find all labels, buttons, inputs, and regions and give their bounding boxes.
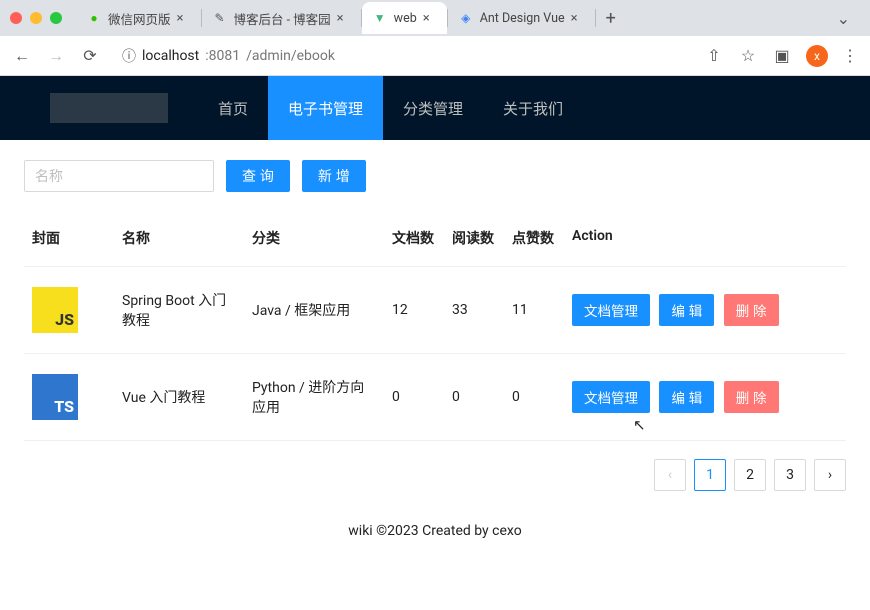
cell-name: Spring Boot 入门教程 bbox=[114, 267, 244, 354]
page-prev: ‹ bbox=[654, 459, 686, 491]
col-name: 名称 bbox=[114, 218, 244, 267]
nav-category-manage[interactable]: 分类管理 bbox=[383, 76, 483, 140]
docs-manage-button[interactable]: 文档管理 bbox=[572, 381, 650, 413]
cell-category: Python / 进阶方向应用 bbox=[244, 354, 384, 441]
app-header: 首页 电子书管理 分类管理 关于我们 bbox=[0, 76, 870, 140]
tab-title: 微信网页版 bbox=[108, 9, 171, 28]
tab-title: 博客后台 - 博客园 bbox=[234, 9, 331, 28]
tab-title: web bbox=[394, 11, 417, 26]
page-next[interactable]: › bbox=[814, 459, 846, 491]
close-icon[interactable]: × bbox=[337, 11, 351, 26]
add-button[interactable]: 新 增 bbox=[302, 160, 366, 192]
nav-about[interactable]: 关于我们 bbox=[483, 76, 583, 140]
close-icon[interactable]: × bbox=[177, 11, 191, 26]
cell-likes: 11 bbox=[504, 267, 564, 354]
ebook-table: 封面 名称 分类 文档数 阅读数 点赞数 Action JS Spring Bo… bbox=[24, 218, 846, 441]
browser-tab[interactable]: ✎ 博客后台 - 博客园 × bbox=[202, 2, 361, 34]
tab-title: Ant Design Vue bbox=[480, 11, 565, 26]
cell-name: Vue 入门教程 bbox=[114, 354, 244, 441]
share-icon[interactable]: ⇧ bbox=[704, 46, 724, 65]
cover-thumb-ts: TS bbox=[32, 374, 78, 420]
col-action: Action bbox=[564, 218, 846, 267]
footer-text: wiki ©2023 Created by cexo bbox=[24, 495, 846, 539]
reload-icon[interactable]: ⟳ bbox=[80, 46, 100, 65]
wechat-icon: ● bbox=[86, 10, 102, 26]
forward-icon: → bbox=[46, 46, 66, 66]
col-category: 分类 bbox=[244, 218, 384, 267]
cell-docs: 12 bbox=[384, 267, 444, 354]
vue-icon: ▼ bbox=[372, 10, 388, 26]
close-icon[interactable]: × bbox=[571, 11, 585, 26]
avatar[interactable]: x bbox=[806, 45, 828, 67]
cell-docs: 0 bbox=[384, 354, 444, 441]
info-icon: ⓘ bbox=[122, 46, 136, 66]
address-bar: ← → ⟳ ⓘ localhost :8081/admin/ebook ⇧ ☆ ▣… bbox=[0, 36, 870, 76]
table-row: TS Vue 入门教程 Python / 进阶方向应用 0 0 0 文档管理 编… bbox=[24, 354, 846, 441]
cover-thumb-js: JS bbox=[32, 287, 78, 333]
nav-home[interactable]: 首页 bbox=[198, 76, 268, 140]
search-input[interactable] bbox=[24, 160, 214, 192]
cell-category: Java / 框架应用 bbox=[244, 267, 384, 354]
browser-chrome: ● 微信网页版 × ✎ 博客后台 - 博客园 × ▼ web × ◈ Ant D… bbox=[0, 0, 870, 76]
toolbar: 查 询 新 增 bbox=[24, 160, 846, 192]
url-path: /admin/ebook bbox=[246, 48, 335, 64]
col-cover: 封面 bbox=[24, 218, 114, 267]
minimize-window-icon[interactable] bbox=[30, 12, 42, 24]
maximize-window-icon[interactable] bbox=[50, 12, 62, 24]
logo-placeholder bbox=[50, 93, 168, 123]
pagination: ‹ 1 2 3 › bbox=[24, 441, 846, 495]
table-row: JS Spring Boot 入门教程 Java / 框架应用 12 33 11… bbox=[24, 267, 846, 354]
url-host: localhost bbox=[142, 48, 199, 64]
browser-tab-active[interactable]: ▼ web × bbox=[362, 2, 447, 34]
delete-button[interactable]: 删 除 bbox=[724, 294, 779, 326]
kebab-menu-icon[interactable]: ⋮ bbox=[842, 46, 858, 65]
edit-button[interactable]: 编 辑 bbox=[659, 381, 714, 413]
page-1[interactable]: 1 bbox=[694, 459, 726, 491]
cell-likes: 0 bbox=[504, 354, 564, 441]
blog-icon: ✎ bbox=[212, 10, 228, 26]
cell-views: 33 bbox=[444, 267, 504, 354]
cell-views: 0 bbox=[444, 354, 504, 441]
col-docs: 文档数 bbox=[384, 218, 444, 267]
page-2[interactable]: 2 bbox=[734, 459, 766, 491]
url-input[interactable]: ⓘ localhost :8081/admin/ebook bbox=[114, 46, 690, 66]
docs-manage-button[interactable]: 文档管理 bbox=[572, 294, 650, 326]
page-content: 查 询 新 增 封面 名称 分类 文档数 阅读数 点赞数 Action JS S… bbox=[0, 140, 870, 549]
window-controls bbox=[10, 12, 62, 24]
col-views: 阅读数 bbox=[444, 218, 504, 267]
delete-button[interactable]: 删 除 bbox=[724, 381, 779, 413]
nav-ebook-manage[interactable]: 电子书管理 bbox=[268, 76, 383, 140]
ant-icon: ◈ bbox=[458, 10, 474, 26]
query-button[interactable]: 查 询 bbox=[226, 160, 290, 192]
close-window-icon[interactable] bbox=[10, 12, 22, 24]
new-tab-button[interactable]: + bbox=[596, 8, 626, 29]
edit-button[interactable]: 编 辑 bbox=[659, 294, 714, 326]
back-icon[interactable]: ← bbox=[12, 46, 32, 66]
close-icon[interactable]: × bbox=[423, 11, 437, 26]
extensions-icon[interactable]: ▣ bbox=[772, 46, 792, 65]
tab-strip: ● 微信网页版 × ✎ 博客后台 - 博客园 × ▼ web × ◈ Ant D… bbox=[76, 0, 827, 36]
col-likes: 点赞数 bbox=[504, 218, 564, 267]
title-bar: ● 微信网页版 × ✎ 博客后台 - 博客园 × ▼ web × ◈ Ant D… bbox=[0, 0, 870, 36]
browser-tab[interactable]: ◈ Ant Design Vue × bbox=[448, 2, 595, 34]
star-icon[interactable]: ☆ bbox=[738, 46, 758, 65]
url-port: :8081 bbox=[205, 48, 240, 64]
browser-tab[interactable]: ● 微信网页版 × bbox=[76, 2, 201, 34]
chevron-down-icon[interactable]: ⌄ bbox=[827, 9, 860, 28]
page-3[interactable]: 3 bbox=[774, 459, 806, 491]
